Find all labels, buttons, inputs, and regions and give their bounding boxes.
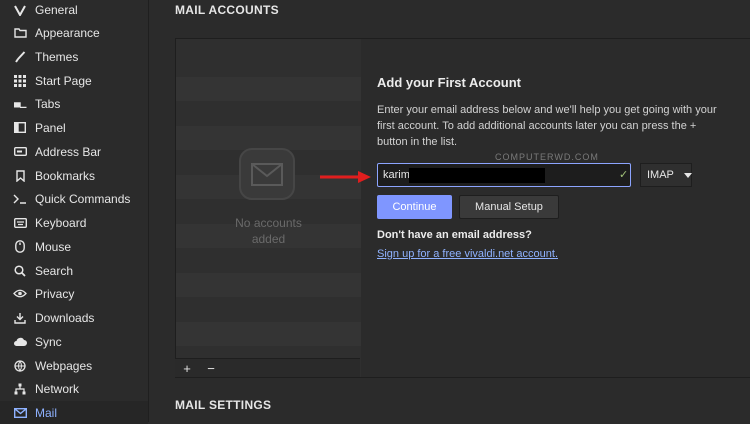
list-stripe	[176, 77, 361, 101]
sidebar-item-panel[interactable]: Panel	[0, 116, 148, 139]
keyboard-icon	[12, 215, 28, 231]
sidebar-item-bookmarks[interactable]: Bookmarks	[0, 164, 148, 187]
search-icon	[12, 263, 28, 279]
settings-sidebar: General Appearance Themes Start Page Tab…	[0, 0, 149, 424]
tabs-icon	[12, 96, 28, 112]
add-account-title: Add your First Account	[377, 75, 521, 90]
account-list-toolbar: + −	[175, 358, 360, 377]
sidebar-item-label: Address Bar	[35, 144, 102, 159]
add-account-panel: Add your First Account Enter your email …	[361, 38, 750, 378]
sidebar-item-downloads[interactable]: Downloads	[0, 306, 148, 329]
sidebar-item-sync[interactable]: Sync	[0, 330, 148, 353]
sidebar-item-label: Start Page	[35, 73, 92, 88]
signup-link[interactable]: Sign up for a free vivaldi.net account.	[377, 248, 558, 260]
sidebar-item-label: Tabs	[35, 96, 61, 111]
sidebar-item-label: Sync	[35, 334, 62, 349]
brush-icon	[12, 49, 28, 65]
sidebar-item-general[interactable]: General	[0, 0, 148, 21]
sidebar-item-mouse[interactable]: Mouse	[0, 235, 148, 258]
folder-icon	[12, 25, 28, 41]
sidebar-item-mail[interactable]: Mail	[0, 401, 148, 424]
sidebar-item-start-page[interactable]: Start Page	[0, 69, 148, 92]
sidebar-item-label: Themes	[35, 49, 79, 64]
empty-state-line: No accounts	[235, 216, 302, 230]
continue-button[interactable]: Continue	[377, 195, 452, 219]
mouse-icon	[12, 239, 28, 255]
mail-settings-heading: MAIL SETTINGS	[175, 398, 272, 412]
eye-icon	[12, 286, 28, 302]
mail-icon	[12, 405, 28, 421]
redaction-box	[409, 168, 545, 183]
manual-setup-button[interactable]: Manual Setup	[459, 195, 559, 219]
empty-state-line: added	[251, 232, 286, 246]
add-account-button[interactable]: +	[175, 359, 199, 377]
add-account-description: Enter your email address below and we'll…	[377, 104, 717, 148]
sidebar-item-label: Network	[35, 381, 80, 396]
sidebar-item-label: Webpages	[35, 358, 93, 373]
list-stripe	[176, 273, 361, 297]
download-icon	[12, 310, 28, 326]
sidebar-item-network[interactable]: Network	[0, 377, 148, 400]
sidebar-item-label: Mouse	[35, 239, 72, 254]
sidebar-item-search[interactable]: Search	[0, 259, 148, 282]
grid-icon	[12, 73, 28, 89]
sidebar-item-label: Panel	[35, 120, 66, 135]
protocol-select[interactable]: IMAP	[640, 163, 692, 187]
empty-state-text: No accounts added	[176, 215, 361, 247]
mail-accounts-heading: MAIL ACCOUNTS	[175, 3, 279, 17]
sidebar-item-webpages[interactable]: Webpages	[0, 354, 148, 377]
sidebar-item-address-bar[interactable]: Address Bar	[0, 140, 148, 163]
sidebar-item-label: General	[35, 2, 78, 17]
sidebar-item-appearance[interactable]: Appearance	[0, 21, 148, 44]
sidebar-item-themes[interactable]: Themes	[0, 45, 148, 68]
settings-main: MAIL ACCOUNTS No accounts added + − Add …	[149, 0, 750, 422]
empty-mail-icon	[239, 148, 295, 200]
protocol-value: IMAP	[647, 169, 674, 181]
list-stripe	[176, 322, 361, 346]
vivaldi-icon	[12, 2, 28, 18]
panel-icon	[12, 120, 28, 136]
sidebar-item-privacy[interactable]: Privacy	[0, 282, 148, 305]
sidebar-item-label: Keyboard	[35, 215, 87, 230]
sidebar-item-label: Mail	[35, 405, 58, 420]
network-icon	[12, 381, 28, 397]
sidebar-item-label: Search	[35, 263, 74, 278]
sidebar-item-label: Quick Commands	[35, 191, 131, 206]
sidebar-item-label: Privacy	[35, 286, 75, 301]
sidebar-item-label: Bookmarks	[35, 168, 96, 183]
caret-down-icon	[683, 172, 692, 178]
watermark-text: COMPUTERWD.COM	[495, 152, 599, 162]
globe-icon	[12, 358, 28, 374]
sidebar-item-label: Downloads	[35, 310, 95, 325]
sidebar-item-tabs[interactable]: Tabs	[0, 92, 148, 115]
red-arrow-icon	[320, 171, 371, 183]
sync-icon	[12, 334, 28, 350]
quick-commands-icon	[12, 191, 28, 207]
bookmark-icon	[12, 168, 28, 184]
no-email-heading: Don't have an email address?	[377, 229, 532, 241]
account-list[interactable]: No accounts added	[175, 38, 362, 378]
sidebar-item-keyboard[interactable]: Keyboard	[0, 211, 148, 234]
sidebar-item-quick-commands[interactable]: Quick Commands	[0, 187, 148, 210]
sidebar-item-label: Appearance	[35, 25, 100, 40]
remove-account-button[interactable]: −	[199, 359, 223, 377]
checkmark-icon: ✓	[619, 169, 629, 181]
address-bar-icon	[12, 144, 28, 160]
